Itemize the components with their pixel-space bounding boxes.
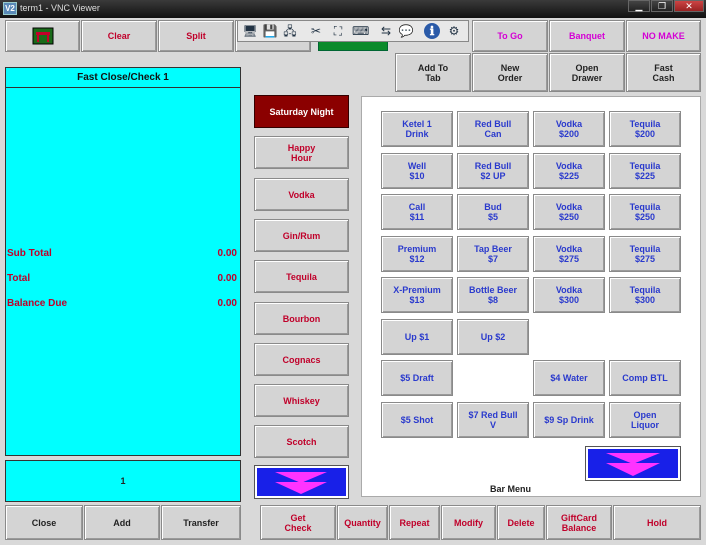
add-button[interactable]: Add — [84, 505, 160, 540]
window-title: term1 - VNC Viewer — [20, 3, 100, 13]
category-vodka[interactable]: Vodka — [254, 178, 349, 211]
category-cognacs[interactable]: Cognacs — [254, 343, 349, 376]
category-tequila[interactable]: Tequila — [254, 260, 349, 293]
menu-item-button[interactable]: Tequila $200 — [609, 111, 681, 147]
menu-item-button[interactable]: Premium $12 — [381, 236, 453, 272]
menu-item-button[interactable]: Tequila $300 — [609, 277, 681, 313]
options-icon[interactable]: ⚙ — [446, 23, 462, 39]
menu-item-button[interactable]: Ketel 1 Drink — [381, 111, 453, 147]
bar-menu-label: Bar Menu — [490, 484, 532, 494]
menu-item-button[interactable]: Red Bull Can — [457, 111, 529, 147]
chat-icon[interactable]: 💬 — [398, 23, 414, 39]
fast-cash-button[interactable]: Fast Cash — [626, 53, 701, 92]
menu-item-button[interactable]: Tap Beer $7 — [457, 236, 529, 272]
balance-due-value: 0.00 — [217, 298, 237, 309]
menu-item-button[interactable]: Call $11 — [381, 194, 453, 230]
category-happy-hour[interactable]: Happy Hour — [254, 136, 349, 169]
category-bourbon[interactable]: Bourbon — [254, 302, 349, 335]
total-value: 0.00 — [217, 273, 237, 284]
sub-total-label: Sub Total — [7, 248, 52, 259]
check-title: Fast Close/Check 1 — [6, 68, 240, 88]
category-gin-rum[interactable]: Gin/Rum — [254, 219, 349, 252]
category-saturday-night[interactable]: Saturday Night — [254, 95, 349, 128]
close-window-button[interactable]: ✕ — [674, 0, 704, 12]
menu-item-button[interactable]: Well $10 — [381, 153, 453, 189]
minimize-button[interactable]: ▁ — [628, 0, 650, 12]
hold-button[interactable]: Hold — [613, 505, 701, 540]
menu-item-button[interactable]: Up $1 — [381, 319, 453, 355]
add-to-tab-button[interactable]: Add To Tab — [395, 53, 471, 92]
menu-item-button[interactable]: Red Bull $2 UP — [457, 153, 529, 189]
sub-total-value: 0.00 — [217, 248, 237, 259]
transfer-button[interactable]: Transfer — [161, 505, 241, 540]
menu-item-button[interactable]: $9 Sp Drink — [533, 402, 605, 438]
menu-item-button[interactable]: $4 Water — [533, 360, 605, 396]
fullscreen-icon[interactable]: ⛶ — [330, 23, 346, 39]
to-go-button[interactable]: To Go — [472, 20, 548, 52]
delete-button[interactable]: Delete — [497, 505, 545, 540]
network-icon[interactable]: 🖧 — [282, 23, 298, 39]
get-check-button[interactable]: Get Check — [260, 505, 336, 540]
split-button[interactable]: Split — [158, 20, 234, 52]
table-logo-icon — [32, 27, 53, 45]
tools-icon[interactable]: ✂ — [308, 23, 324, 39]
no-make-button[interactable]: NO MAKE — [626, 20, 701, 52]
seat-number[interactable]: 1 — [5, 460, 241, 502]
vnc-app-icon: V2 — [3, 2, 17, 15]
window-titlebar: V2 term1 - VNC Viewer ▁ ❐ ✕ — [0, 0, 706, 18]
menu-item-button[interactable]: $5 Shot — [381, 402, 453, 438]
giftcard-balance-button[interactable]: GiftCard Balance — [546, 505, 612, 540]
balance-due-label: Balance Due — [7, 298, 68, 309]
category-whiskey[interactable]: Whiskey — [254, 384, 349, 417]
category-scroll-down-button[interactable] — [254, 465, 349, 499]
menu-item-button[interactable]: Open Liquor — [609, 402, 681, 438]
double-chevron-down-icon — [606, 453, 660, 476]
double-chevron-down-icon — [275, 472, 327, 494]
close-button[interactable]: Close — [5, 505, 83, 540]
computer-icon[interactable]: 🖥 — [242, 23, 258, 39]
vnc-toolbar: 🖥 💾 🖧 ✂ ⛶ ⌨ ⇆ 💬 ℹ ⚙ — [237, 20, 469, 42]
open-drawer-button[interactable]: Open Drawer — [549, 53, 625, 92]
repeat-button[interactable]: Repeat — [389, 505, 440, 540]
transfer-icon[interactable]: ⇆ — [378, 23, 394, 39]
keyboard-icon[interactable]: ⌨ — [352, 23, 369, 39]
maximize-button[interactable]: ❐ — [651, 0, 673, 12]
info-icon[interactable]: ℹ — [424, 23, 440, 39]
menu-item-button[interactable]: Bud $5 — [457, 194, 529, 230]
modify-button[interactable]: Modify — [441, 505, 496, 540]
quantity-button[interactable]: Quantity — [337, 505, 388, 540]
category-scotch[interactable]: Scotch — [254, 425, 349, 458]
menu-item-button[interactable]: $7 Red Bull V — [457, 402, 529, 438]
menu-item-button[interactable]: $5 Draft — [381, 360, 453, 396]
menu-item-button[interactable]: Vodka $300 — [533, 277, 605, 313]
menu-item-button[interactable]: Comp BTL — [609, 360, 681, 396]
logo-button[interactable] — [5, 20, 80, 52]
menu-item-button[interactable]: Vodka $225 — [533, 153, 605, 189]
save-icon[interactable]: 💾 — [262, 23, 278, 39]
menu-item-button[interactable]: Bottle Beer $8 — [457, 277, 529, 313]
menu-item-button[interactable]: Tequila $250 — [609, 194, 681, 230]
menu-item-button[interactable]: X-Premium $13 — [381, 277, 453, 313]
menu-item-button[interactable]: Tequila $225 — [609, 153, 681, 189]
menu-scroll-down-button[interactable] — [585, 446, 681, 481]
menu-item-button[interactable]: Vodka $250 — [533, 194, 605, 230]
check-panel: Fast Close/Check 1 Sub Total 0.00 Total … — [5, 67, 241, 456]
new-order-button[interactable]: New Order — [472, 53, 548, 92]
menu-item-button[interactable]: Tequila $275 — [609, 236, 681, 272]
clear-button[interactable]: Clear — [81, 20, 157, 52]
banquet-button[interactable]: Banquet — [549, 20, 625, 52]
menu-item-button[interactable]: Vodka $275 — [533, 236, 605, 272]
menu-item-button[interactable]: Vodka $200 — [533, 111, 605, 147]
menu-item-button[interactable]: Up $2 — [457, 319, 529, 355]
total-label: Total — [7, 273, 31, 284]
